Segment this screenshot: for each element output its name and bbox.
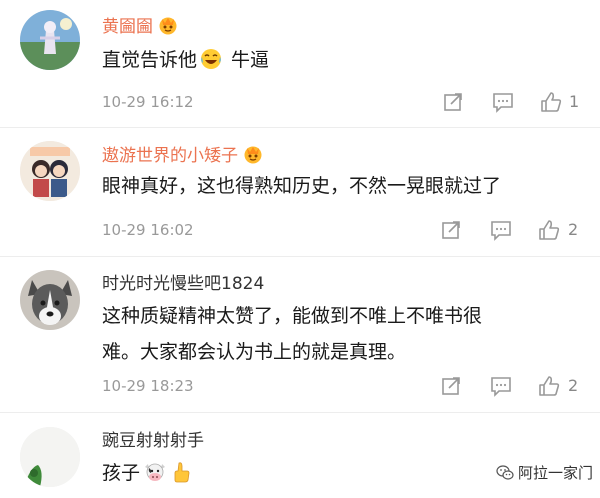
username-text[interactable]: 遨游世界的小矮子: [102, 146, 238, 166]
timestamp: 10-29 18:23: [102, 377, 194, 395]
avatar[interactable]: [20, 427, 80, 487]
username-text[interactable]: 豌豆射射射手: [102, 431, 204, 451]
comment-meta: 10-29 18:23 2: [102, 374, 600, 398]
watermark-text: 阿拉一家门: [518, 464, 594, 482]
username[interactable]: 遨游世界的小矮子: [102, 145, 263, 167]
repost-icon[interactable]: [442, 91, 464, 113]
username[interactable]: 豌豆射射射手: [102, 430, 204, 452]
cow-face-emoji-icon: [145, 463, 166, 481]
like-count: 1: [569, 92, 580, 111]
comment-text-line: 难。大家都会认为书上的就是真理。: [102, 341, 407, 363]
comment-text-part: 孩子: [102, 462, 141, 484]
avatar[interactable]: [20, 141, 80, 201]
comment-text-line: 这种质疑精神太赞了，能做到不唯上不唯书很: [102, 305, 483, 327]
watermark: 阿拉一家门: [496, 462, 593, 484]
vip-badge-icon: [244, 146, 262, 164]
divider: [0, 256, 600, 257]
avatar[interactable]: [20, 270, 80, 330]
comment-text: 直觉告诉他 牛逼: [102, 42, 572, 78]
laughing-with-tears-emoji-icon: [201, 49, 222, 69]
timestamp: 10-29 16:02: [102, 221, 194, 239]
comment-text: 眼神真好，这也得熟知历史，不然一晃眼就过了: [102, 175, 502, 197]
username[interactable]: 黄圇圇: [102, 16, 178, 38]
username-text[interactable]: 时光时光慢些吧1824: [102, 274, 264, 294]
comment-text-part: 牛逼: [225, 49, 270, 71]
timestamp: 10-29 16:12: [102, 93, 194, 111]
comment-icon[interactable]: [490, 219, 512, 241]
wechat-icon: [496, 465, 514, 480]
like-icon[interactable]: [538, 375, 560, 397]
like-count: 2: [568, 376, 579, 395]
repost-icon[interactable]: [440, 219, 462, 241]
comment-meta: 10-29 16:02 2: [102, 218, 600, 242]
comment-text-part: 直觉告诉他: [102, 49, 198, 71]
like-count: 2: [568, 220, 579, 239]
thumbs-up-emoji-icon: [174, 462, 190, 483]
comment-text: 这种质疑精神太赞了，能做到不唯上不唯书很 难。大家都会认为书上的就是真理。: [102, 298, 572, 370]
username[interactable]: 时光时光慢些吧1824: [102, 273, 264, 295]
like-icon[interactable]: [540, 91, 562, 113]
comment-icon[interactable]: [490, 375, 512, 397]
username-text[interactable]: 黄圇圇: [102, 17, 153, 37]
comment-meta: 10-29 16:12 1: [102, 90, 600, 114]
like-icon[interactable]: [538, 219, 560, 241]
divider: [0, 412, 600, 413]
comment-icon[interactable]: [492, 91, 514, 113]
avatar[interactable]: [20, 10, 80, 70]
vip-badge-icon: [159, 17, 177, 35]
divider: [0, 127, 600, 128]
repost-icon[interactable]: [440, 375, 462, 397]
